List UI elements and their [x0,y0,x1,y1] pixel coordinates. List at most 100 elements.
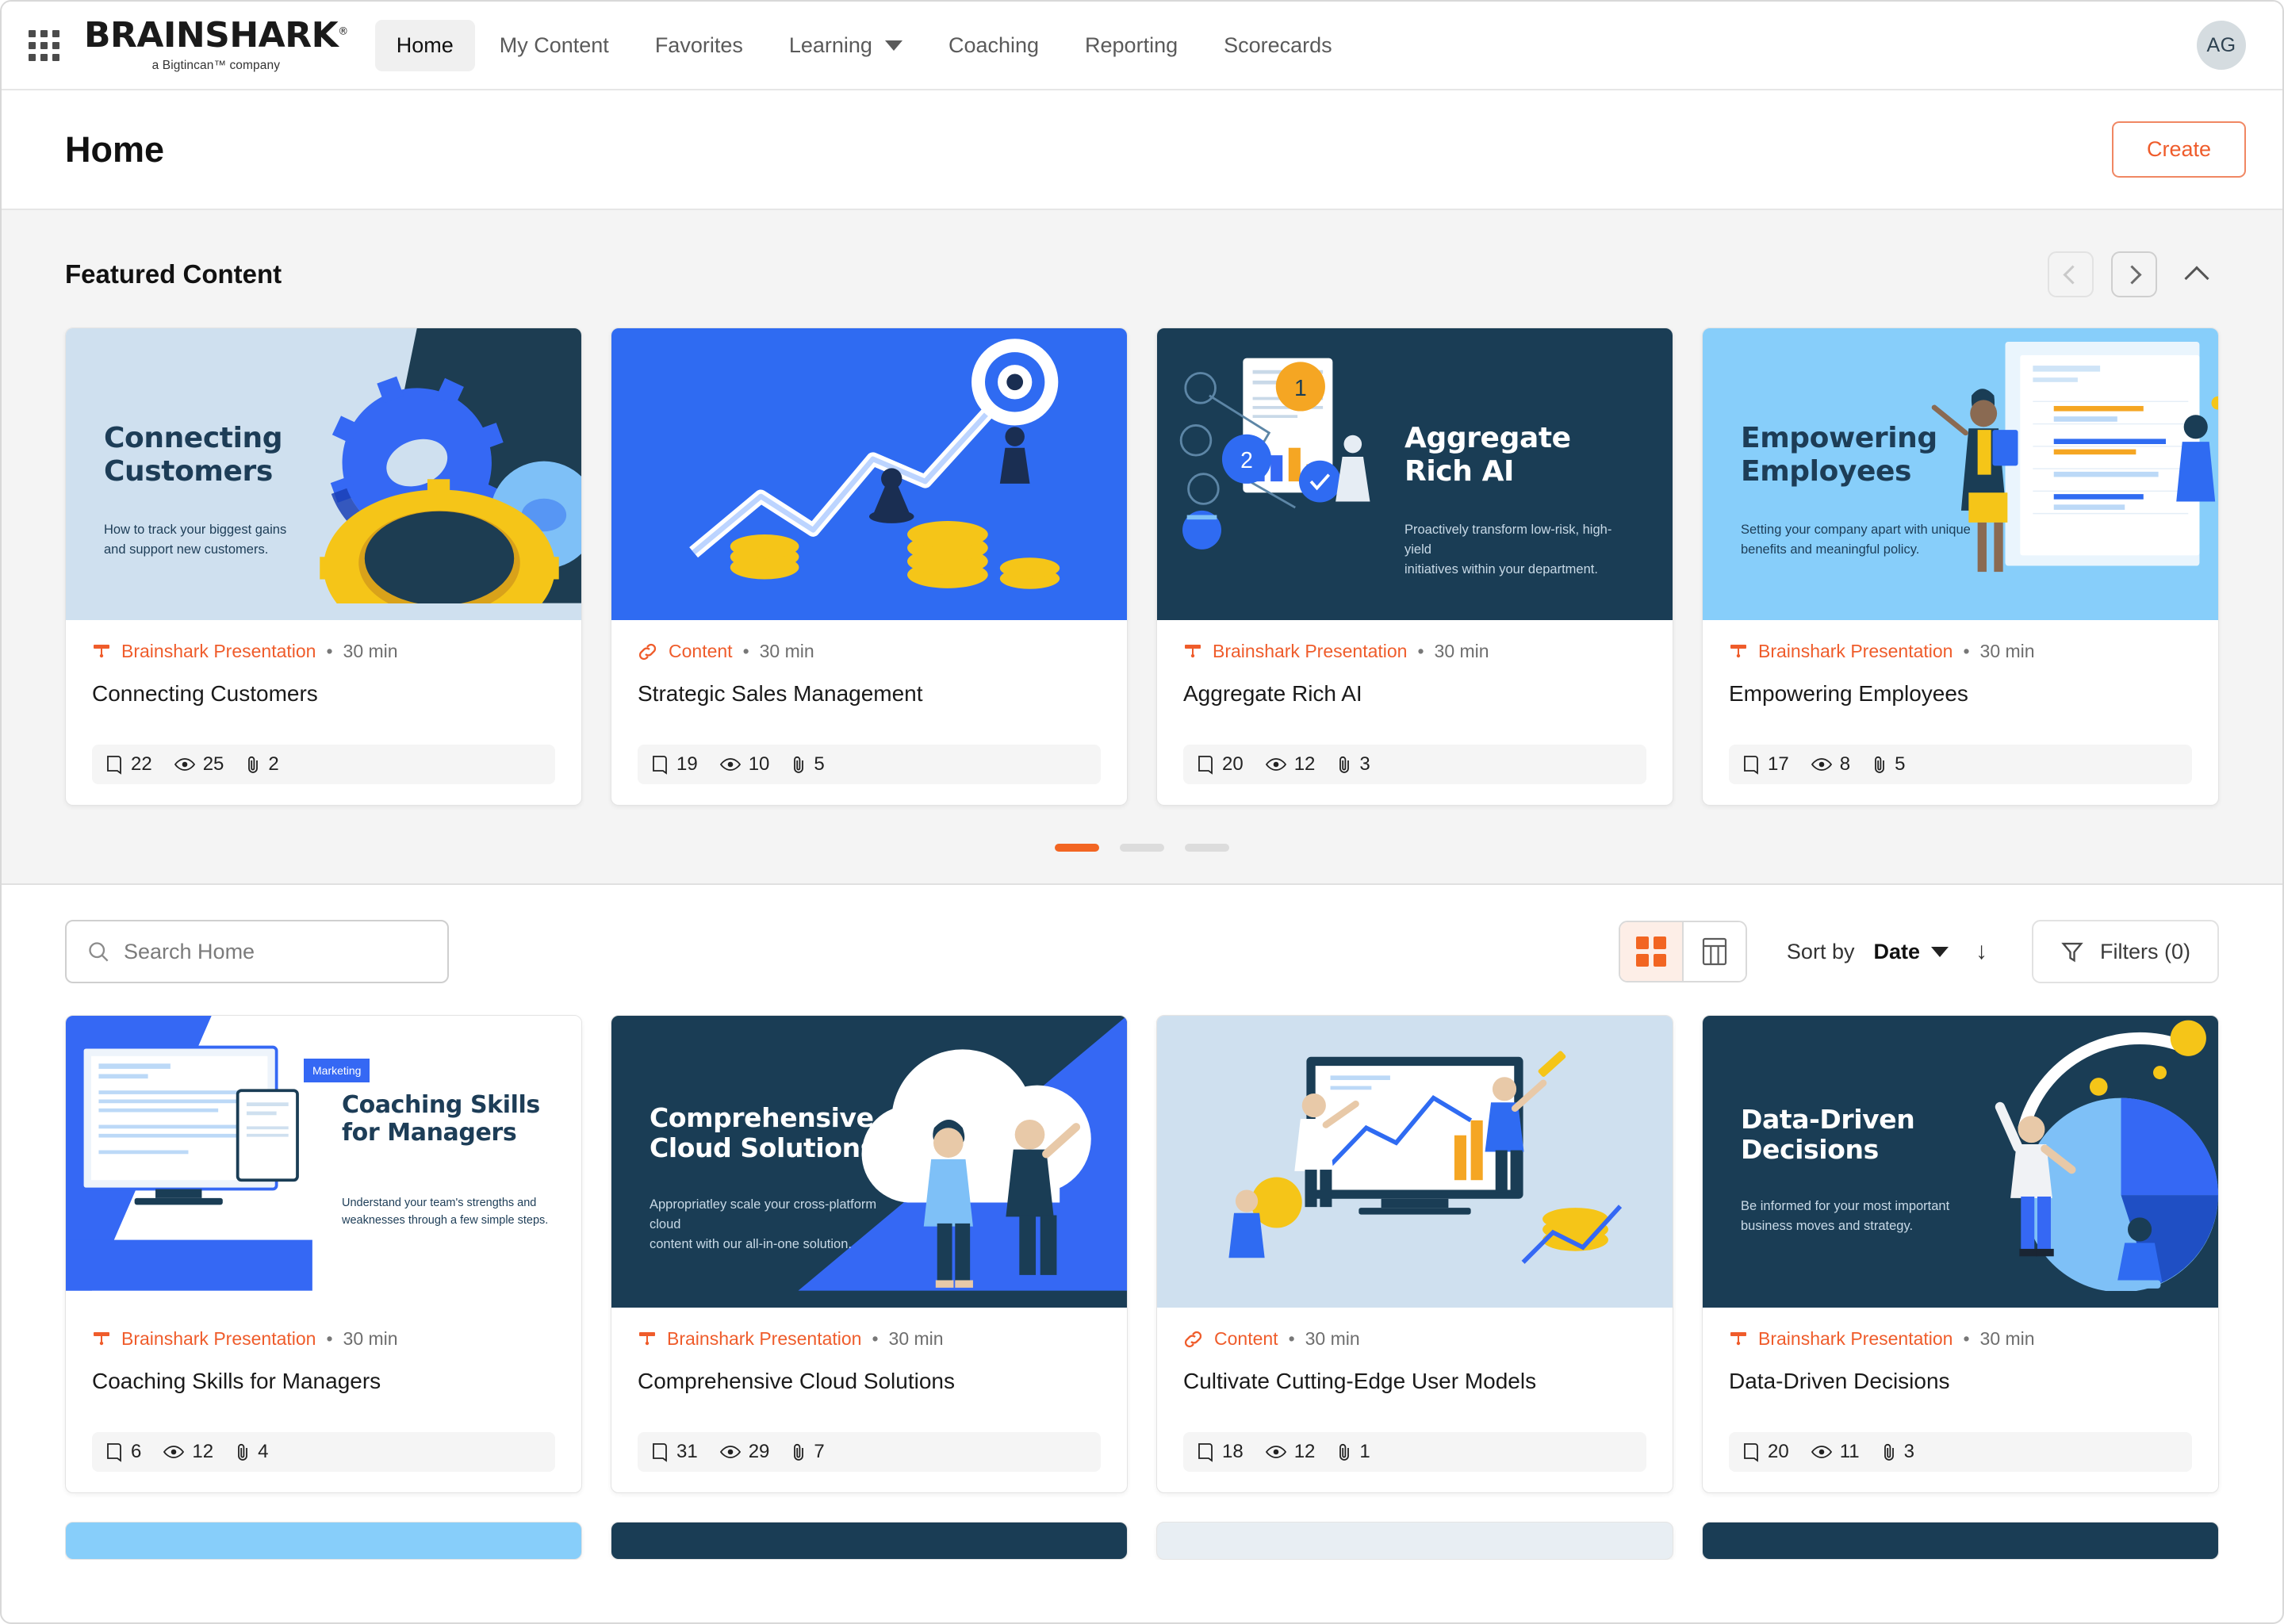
slides-icon [107,755,121,775]
content-card[interactable]: Content • 30 min Strategic Sales Managem… [611,327,1128,806]
brainshark-app-window: BRAINSHARK® a Bigtincan™ company Home My… [0,0,2284,1624]
thumbnail-subtext: Understand your team's strengths and wea… [342,1197,549,1227]
stat-attachments: 5 [1872,753,1905,776]
eye-icon [719,1446,741,1458]
thumbnail-heading: Coaching Skills for Managers [342,1091,540,1147]
stat-views: 11 [1811,1441,1860,1463]
stat-value: 11 [1839,1441,1860,1462]
stat-value: 1 [1359,1441,1370,1462]
stat-value: 4 [258,1441,269,1462]
thumbnail-subtext: How to track your biggest gains and supp… [104,523,287,557]
monitor-mockup-illustration [66,1016,312,1291]
content-card[interactable]: Data-Driven Decisions Be informed for yo… [1702,1015,2219,1493]
stat-value: 3 [1903,1441,1914,1462]
nav-label: Coaching [948,33,1040,57]
content-card[interactable] [65,1522,582,1560]
card-thumbnail: Data-Driven Decisions Be informed for yo… [1703,1016,2218,1308]
card-thumbnail: Marketing Coaching Skills for Managers U… [66,1016,581,1308]
thumbnail-subtext: Appropriatley scale your cross-platform … [650,1197,877,1251]
stat-value: 25 [202,753,224,775]
presentation-icon [92,1330,111,1349]
card-stats: 20 12 3 [1183,745,1646,784]
card-meta: Brainshark Presentation • 30 min [638,1328,1101,1350]
search-input[interactable] [124,939,427,964]
slides-icon [653,755,667,775]
card-duration: 30 min [343,641,398,661]
stat-value: 20 [1222,753,1244,775]
content-card[interactable]: Content • 30 min Cultivate Cutting-Edge … [1156,1015,1673,1493]
content-card[interactable]: Connecting Customers How to track your b… [65,327,582,806]
nav-item-my-content[interactable]: My Content [478,20,630,71]
avatar[interactable]: AG [2197,21,2246,70]
stat-views: 8 [1811,753,1850,776]
card-title: Strategic Sales Management [638,681,923,706]
table-view-button[interactable] [1683,922,1746,981]
stat-slides: 17 [1742,753,1789,776]
stat-value: 5 [1895,753,1906,775]
chevron-right-icon [2122,264,2142,285]
content-card[interactable]: Empowering Employees Setting your compan… [1702,327,2219,806]
thumbnail-heading: Connecting Customers [104,422,283,488]
featured-controls [2048,251,2219,297]
stat-slides: 18 [1197,1441,1244,1463]
card-title: Empowering Employees [1729,681,1968,706]
waffle-grid-icon[interactable] [25,27,62,63]
card-body: Brainshark Presentation • 30 min Connect… [66,620,581,710]
carousel-dot-1[interactable] [1055,844,1099,852]
content-card[interactable]: 1 2 Aggregate Rich AI Proactively transf… [1156,327,1673,806]
stat-views: 12 [1265,1441,1315,1463]
results-grid: Marketing Coaching Skills for Managers U… [2,983,2282,1560]
brainshark-logo[interactable]: BRAINSHARK® a Bigtincan™ company [84,17,348,73]
nav-item-reporting[interactable]: Reporting [1063,20,1199,71]
content-card[interactable] [611,1522,1128,1560]
stat-views: 12 [1265,753,1315,776]
paperclip-icon [1884,1443,1894,1461]
card-thumbnail: Comprehensive Cloud Solutions Appropriat… [611,1016,1127,1308]
carousel-next-button[interactable] [2111,251,2157,297]
nav-item-home[interactable]: Home [374,19,475,71]
card-thumbnail: Empowering Employees Setting your compan… [1703,328,2218,620]
stat-value: 3 [1359,753,1370,775]
growth-chart-illustration [689,339,1060,589]
card-stats: 6 12 4 [92,1432,555,1472]
collapse-section-button[interactable] [2175,252,2219,297]
nav-item-learning[interactable]: Learning [768,20,924,71]
link-icon [638,642,658,661]
results-card-row-partial [65,1522,2219,1560]
nav-label: Home [396,33,454,57]
carousel-dot-3[interactable] [1185,844,1229,852]
content-card[interactable]: Comprehensive Cloud Solutions Appropriat… [611,1015,1128,1493]
content-card[interactable] [1156,1522,1673,1560]
results-toolbar: Sort by Date ↓ Filters (0) [2,885,2282,983]
card-thumbnail [611,328,1127,620]
carousel-dot-2[interactable] [1120,844,1164,852]
view-toggle [1618,921,1747,982]
stat-views: 12 [163,1441,213,1463]
card-body: Brainshark Presentation • 30 min Data-Dr… [1703,1308,2218,1397]
card-body: Content • 30 min Cultivate Cutting-Edge … [1157,1308,1673,1397]
sort-controls: Sort by Date ↓ [1787,938,1987,965]
content-card[interactable] [1702,1522,2219,1560]
grid-view-button[interactable] [1619,922,1682,981]
stat-value: 7 [814,1441,825,1462]
stat-attachments: 5 [791,753,825,776]
stat-attachments: 4 [236,1441,268,1463]
content-card[interactable]: Marketing Coaching Skills for Managers U… [65,1015,582,1493]
create-button[interactable]: Create [2111,121,2246,178]
nav-item-coaching[interactable]: Coaching [927,20,1060,71]
page-header: Home Create [2,90,2282,210]
card-duration: 30 min [1434,641,1489,661]
nav-item-scorecards[interactable]: Scorecards [1202,20,1354,71]
thumbnail-heading: Data-Driven Decisions [1741,1104,1915,1166]
meta-separator: • [326,641,333,661]
carousel-prev-button[interactable] [2048,251,2094,297]
sort-direction-button[interactable]: ↓ [1976,938,1987,965]
nav-item-favorites[interactable]: Favorites [634,20,765,71]
sort-field-dropdown[interactable]: Date [1873,940,1949,964]
card-type-label: Brainshark Presentation [1213,641,1408,661]
filters-button[interactable]: Filters (0) [2032,920,2219,983]
search-box[interactable] [65,920,449,983]
carousel-pagination [65,844,2219,852]
card-duration: 30 min [1979,1328,2035,1349]
paperclip-icon [1339,1443,1350,1461]
